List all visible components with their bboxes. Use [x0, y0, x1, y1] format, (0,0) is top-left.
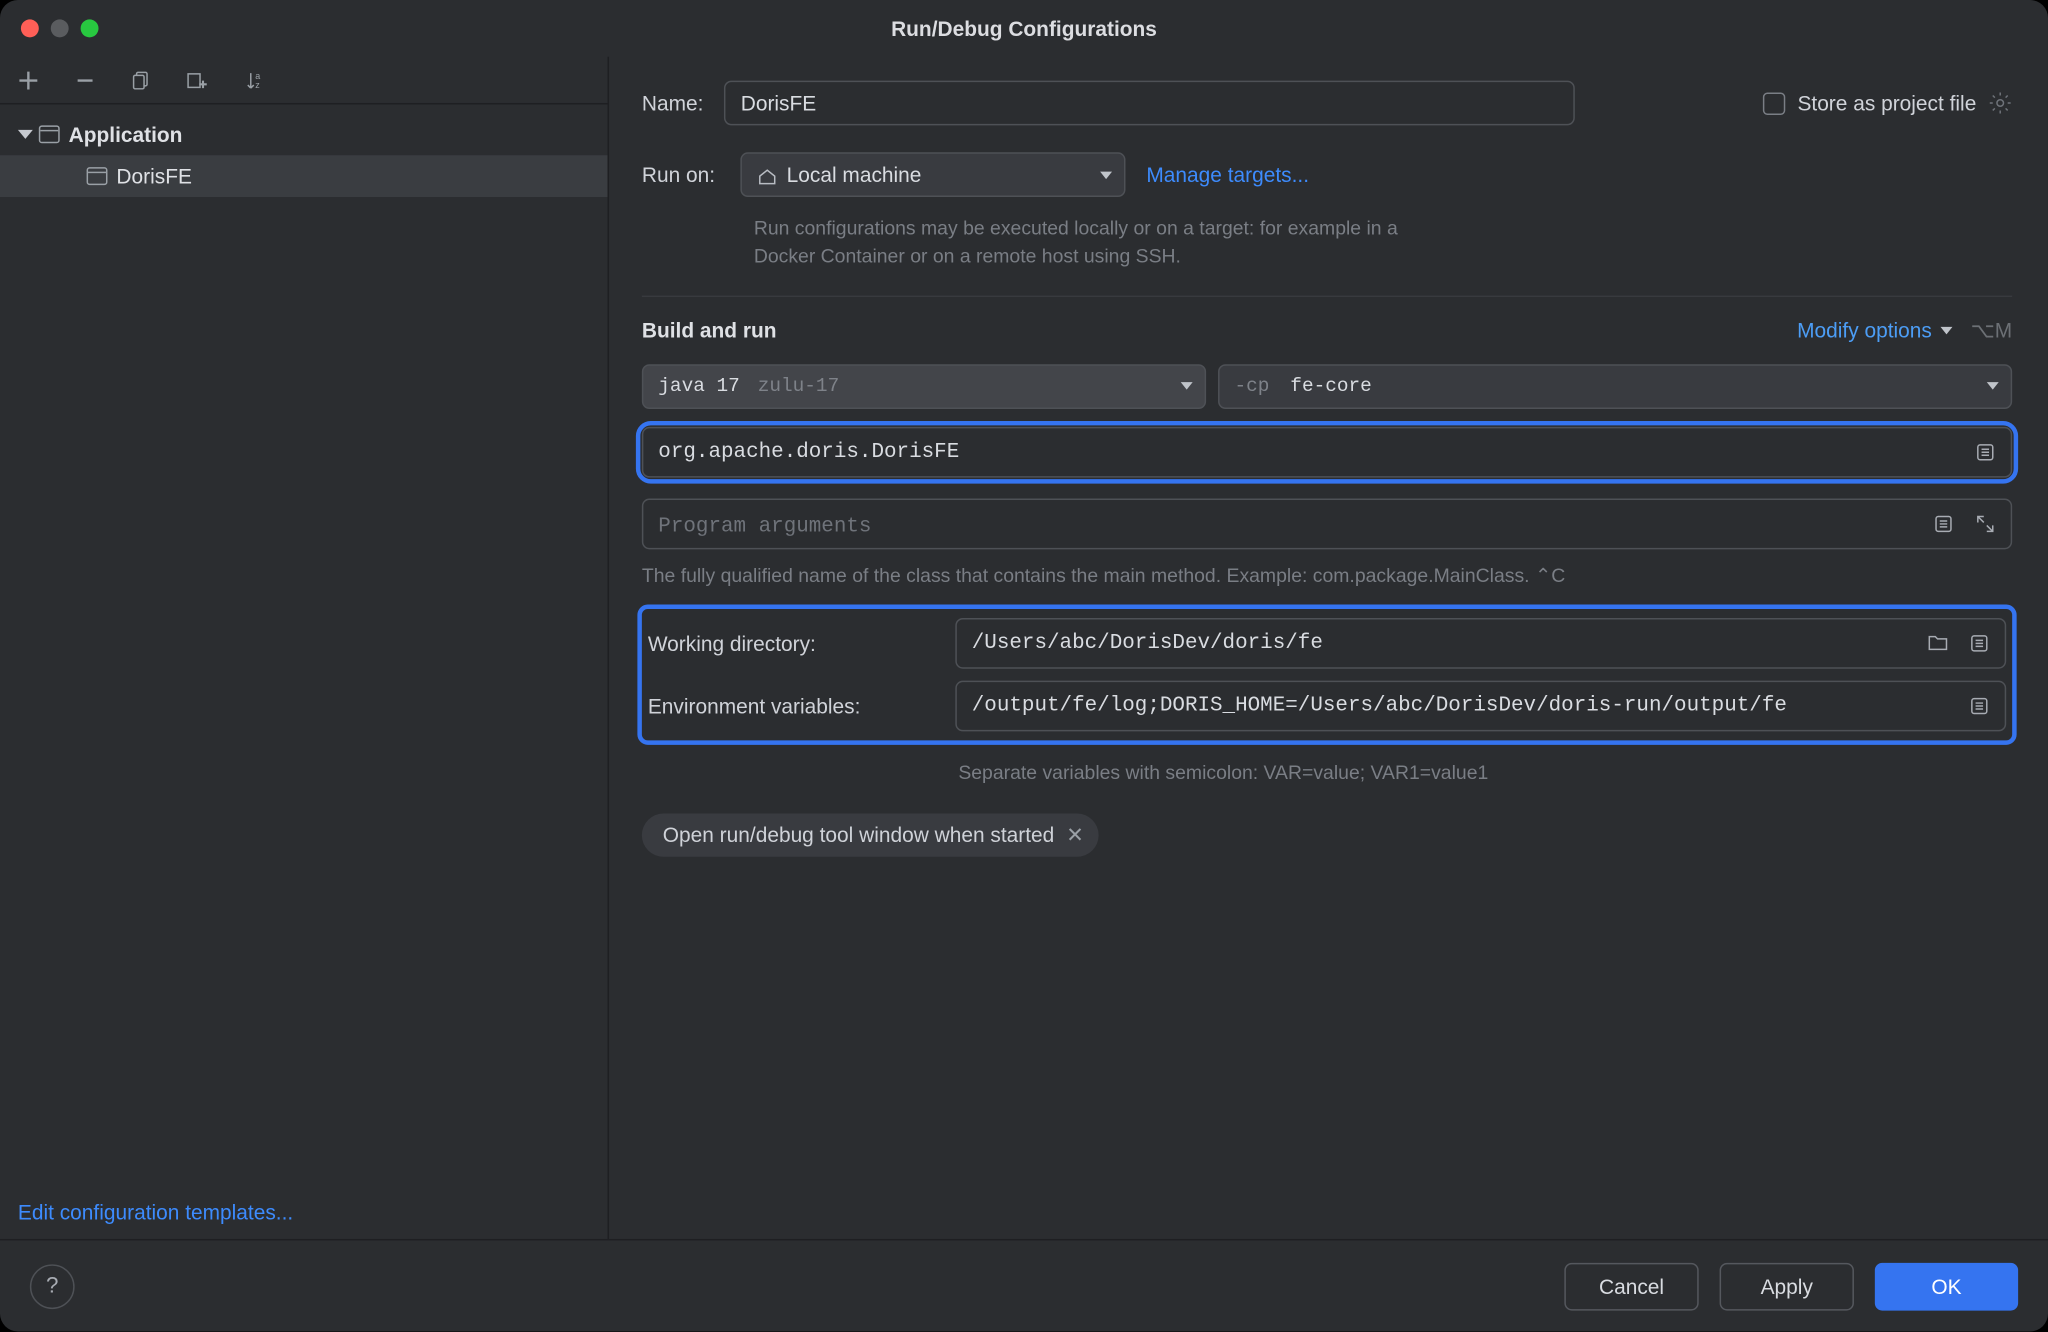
tree-node-label: Application: [69, 122, 183, 146]
modify-options-label: Modify options: [1797, 318, 1932, 342]
cp-flag: -cp: [1234, 375, 1269, 397]
manage-targets-link[interactable]: Manage targets...: [1146, 163, 1309, 187]
config-icon: [87, 167, 108, 185]
application-icon: [39, 125, 60, 143]
cancel-button[interactable]: Cancel: [1564, 1262, 1698, 1310]
env-vars-hint: Separate variables with semicolon: VAR=v…: [958, 761, 2012, 783]
save-config-button[interactable]: [185, 66, 212, 93]
browse-folder-button[interactable]: [1921, 626, 1954, 659]
sort-config-button[interactable]: az: [242, 66, 269, 93]
program-args-input-wrapper: [642, 498, 2012, 549]
modify-options-dropdown[interactable]: Modify options: [1797, 318, 1953, 342]
option-chip-open-run-window[interactable]: Open run/debug tool window when started …: [642, 813, 1099, 856]
sidebar-footer: Edit configuration templates...: [0, 1185, 608, 1239]
store-label: Store as project file: [1797, 91, 1976, 115]
divider: [642, 295, 2012, 296]
svg-text:z: z: [255, 79, 260, 89]
classpath-module-select[interactable]: -cp fe-core: [1218, 364, 2012, 409]
config-tree[interactable]: Application DorisFE: [0, 104, 608, 1185]
working-directory-input[interactable]: [972, 631, 1912, 655]
expand-button[interactable]: [1969, 507, 2002, 540]
home-icon: [757, 166, 775, 184]
run-on-help-text: Run configurations may be executed local…: [754, 215, 1456, 271]
store-as-project-file[interactable]: Store as project file: [1763, 91, 2012, 115]
main-class-highlight: [642, 426, 2012, 477]
add-config-button[interactable]: [15, 66, 42, 93]
remove-config-button[interactable]: [72, 66, 99, 93]
program-args-input[interactable]: [658, 512, 1918, 536]
browse-class-button[interactable]: [1969, 435, 2002, 468]
jdk-name: java 17: [658, 375, 740, 397]
insert-macro-button[interactable]: [1927, 507, 1960, 540]
name-input[interactable]: [724, 81, 1575, 126]
apply-button[interactable]: Apply: [1720, 1262, 1854, 1310]
sidebar-toolbar: az: [0, 57, 608, 105]
run-on-row: Run on: Local machine Manage targets...: [642, 152, 2012, 197]
config-form-panel: Name: Store as project file Run on:: [609, 57, 2048, 1239]
build-and-run-header: Build and run Modify options ⌥M: [642, 317, 2012, 342]
run-debug-config-window: Run/Debug Configurations az: [0, 0, 2048, 1331]
chevron-down-icon: [1987, 382, 1999, 389]
configurations-sidebar: az Application DorisFE Edit configuratio…: [0, 57, 609, 1239]
workdir-env-highlight: Working directory: Environment variables…: [642, 609, 2012, 740]
environment-variables-input-wrapper: [955, 680, 2006, 731]
name-label: Name:: [642, 91, 704, 115]
jdk-select[interactable]: java 17 zulu-17: [642, 364, 1206, 409]
titlebar: Run/Debug Configurations: [0, 0, 2048, 57]
tree-node-dorisfe[interactable]: DorisFE: [0, 155, 608, 197]
working-directory-input-wrapper: [955, 618, 2006, 669]
run-on-label: Run on:: [642, 163, 720, 187]
tree-node-label: DorisFE: [116, 164, 191, 188]
chevron-down-icon: [1181, 382, 1193, 389]
chip-label: Open run/debug tool window when started: [663, 823, 1055, 847]
run-on-value: Local machine: [787, 163, 1089, 187]
help-button[interactable]: ?: [30, 1264, 75, 1309]
cp-module: fe-core: [1290, 375, 1372, 397]
run-on-select[interactable]: Local machine: [740, 152, 1125, 197]
main-class-hint: The fully qualified name of the class th…: [642, 564, 2012, 588]
tree-node-application[interactable]: Application: [0, 113, 608, 155]
gear-icon[interactable]: [1988, 91, 2012, 115]
jdk-classpath-row: java 17 zulu-17 -cp fe-core: [642, 364, 2012, 409]
modify-options-shortcut: ⌥M: [1971, 317, 2012, 342]
environment-variables-row: Environment variables:: [645, 674, 2009, 737]
chevron-down-icon: [1100, 171, 1112, 178]
ok-button[interactable]: OK: [1875, 1262, 2018, 1310]
edit-templates-link[interactable]: Edit configuration templates...: [18, 1200, 293, 1224]
main-class-input[interactable]: [658, 440, 1960, 464]
working-directory-row: Working directory:: [645, 612, 2009, 675]
window-title: Run/Debug Configurations: [0, 16, 2048, 40]
name-row: Name: Store as project file: [642, 81, 2012, 126]
environment-variables-label: Environment variables:: [648, 694, 926, 718]
checkbox-icon: [1763, 92, 1785, 114]
copy-config-button[interactable]: [128, 66, 155, 93]
environment-variables-input[interactable]: [972, 694, 1954, 718]
section-title: Build and run: [642, 318, 777, 342]
dialog-body: az Application DorisFE Edit configuratio…: [0, 57, 2048, 1239]
remove-chip-button[interactable]: ✕: [1066, 822, 1084, 847]
chevron-down-icon: [18, 130, 33, 139]
working-directory-label: Working directory:: [648, 631, 926, 655]
edit-env-button[interactable]: [1963, 689, 1996, 722]
dialog-footer: ? Cancel Apply OK: [0, 1239, 2048, 1332]
insert-path-macro-button[interactable]: [1963, 626, 1996, 659]
chevron-down-icon: [1941, 326, 1953, 333]
main-class-input-wrapper: [642, 426, 2012, 477]
jdk-vendor: zulu-17: [758, 375, 840, 397]
